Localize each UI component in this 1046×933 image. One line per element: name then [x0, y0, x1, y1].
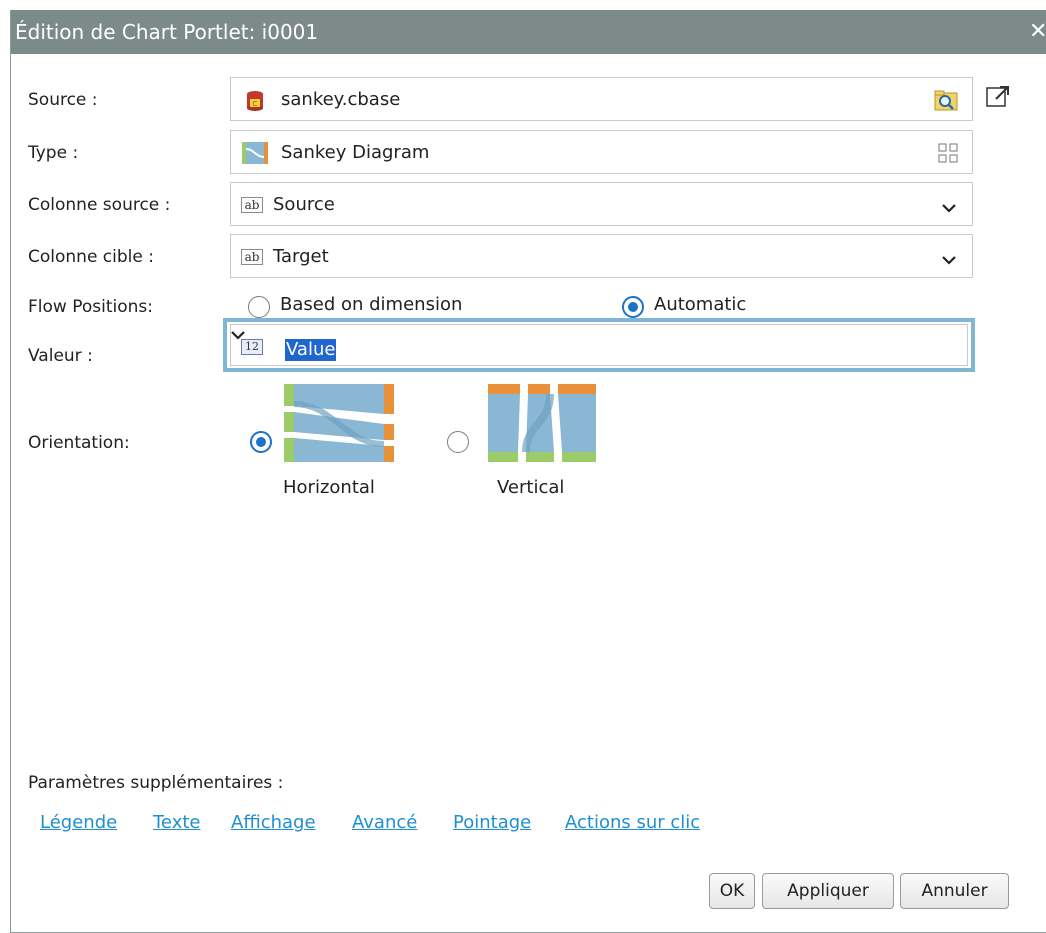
type-value: Sankey Diagram [281, 142, 430, 163]
link-actions-sur-clic[interactable]: Actions sur clic [565, 812, 700, 833]
source-value: sankey.cbase [281, 89, 401, 110]
colonne-source-value: Source [273, 194, 335, 215]
extra-params-label: Paramètres supplémentaires : [28, 773, 284, 793]
sankey-chart-icon [242, 142, 268, 168]
orientation-horizontal-label[interactable]: Horizontal [283, 477, 375, 498]
colonne-source-select[interactable]: ab Source [230, 182, 973, 226]
folder-search-icon[interactable] [934, 88, 958, 116]
cancel-button[interactable]: Annuler [900, 873, 1009, 909]
database-icon: C [244, 90, 266, 116]
text-type-icon: ab [241, 197, 263, 213]
text-type-icon: ab [241, 249, 263, 265]
ok-button[interactable]: OK [709, 873, 755, 909]
grid-icon[interactable] [938, 143, 958, 167]
close-icon[interactable]: ✕ [1029, 10, 1046, 54]
dialog-titlebar[interactable]: Édition de Chart Portlet: i0001 ✕ [11, 10, 1046, 54]
flow-based-on-dimension-radio[interactable] [248, 296, 270, 318]
link-affichage[interactable]: Affichage [231, 812, 316, 833]
valeur-value: Value [285, 339, 337, 361]
open-external-icon[interactable] [985, 84, 1011, 114]
source-label: Source : [28, 90, 98, 110]
chevron-down-icon[interactable] [942, 250, 956, 269]
orientation-vertical-label[interactable]: Vertical [497, 477, 564, 498]
colonne-cible-label: Colonne cible : [28, 247, 154, 267]
valeur-select[interactable]: 12 Value [223, 318, 975, 372]
flow-automatic-radio[interactable] [622, 296, 644, 318]
orientation-vertical-radio[interactable] [447, 431, 469, 453]
orientation-horizontal-radio[interactable] [250, 431, 272, 453]
sankey-vertical-icon[interactable] [488, 384, 596, 466]
dialog-title: Édition de Chart Portlet: i0001 [15, 20, 319, 44]
chevron-down-icon[interactable] [942, 198, 956, 217]
numeric-type-icon: 12 [241, 339, 263, 355]
colonne-cible-value: Target [273, 246, 329, 267]
source-field[interactable]: C sankey.cbase [230, 77, 973, 121]
type-label: Type : [28, 143, 79, 163]
link-pointage[interactable]: Pointage [453, 812, 531, 833]
orientation-label: Orientation: [28, 433, 130, 453]
valeur-select-inner[interactable]: 12 Value [230, 324, 968, 366]
colonne-source-label: Colonne source : [28, 195, 171, 215]
type-field[interactable]: Sankey Diagram [230, 130, 973, 174]
valeur-label: Valeur : [28, 346, 93, 366]
sankey-horizontal-icon[interactable] [284, 384, 394, 466]
link-texte[interactable]: Texte [153, 812, 200, 833]
colonne-cible-select[interactable]: ab Target [230, 234, 973, 278]
link-avance[interactable]: Avancé [352, 812, 417, 833]
flow-automatic-label[interactable]: Automatic [654, 294, 746, 315]
apply-button[interactable]: Appliquer [762, 873, 894, 909]
svg-text:C: C [253, 100, 258, 108]
flow-based-on-dimension-label[interactable]: Based on dimension [280, 294, 462, 315]
link-legende[interactable]: Légende [40, 812, 117, 833]
flow-positions-label: Flow Positions: [28, 297, 153, 317]
